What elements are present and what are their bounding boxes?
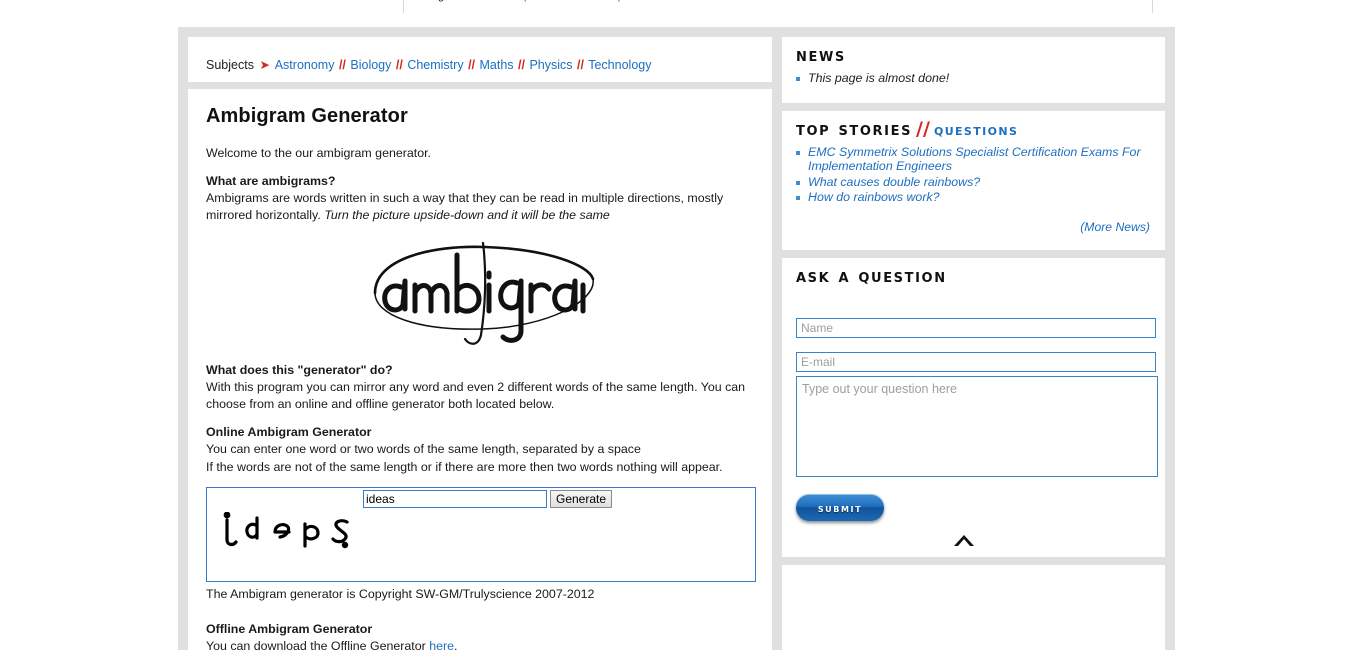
header-sliver-text-1: g xyxy=(438,0,444,2)
top-stories-list: EMC Symmetrix Solutions Specialist Certi… xyxy=(790,145,1164,206)
breadcrumb-separator: // xyxy=(395,58,403,72)
online-generator-box: Generate xyxy=(206,486,756,582)
ask-a-question-panel: Ask a question Submit xyxy=(782,258,1165,557)
online-generator-heading: Online Ambigram Generator xyxy=(206,425,372,440)
breadcrumb-arrow-icon: ➤ xyxy=(259,58,270,72)
offline-generator-heading: Offline Ambigram Generator xyxy=(206,621,373,636)
generated-ambigram-glyphs xyxy=(223,511,349,548)
questions-heading-link[interactable]: questions xyxy=(934,121,1018,139)
chevron-up-icon[interactable] xyxy=(951,532,977,548)
breadcrumb-item-biology[interactable]: Biology xyxy=(350,58,391,72)
header-sliver-text-2: p xyxy=(524,0,530,2)
cut-off-header-strip: g p q xyxy=(403,0,1153,13)
top-story-link-3[interactable]: How do rainbows work? xyxy=(808,190,940,204)
ambigram-artwork-figure xyxy=(206,235,756,350)
main-content-panel: Ambigram Generator Welcome to the our am… xyxy=(188,89,772,650)
news-panel: News This page is almost done! xyxy=(782,37,1165,103)
breadcrumb-item-astronomy[interactable]: Astronomy xyxy=(275,58,335,72)
top-story-link-2[interactable]: What causes double rainbows? xyxy=(808,175,980,189)
top-stories-heading-primary: Top stories xyxy=(796,118,913,140)
generate-button[interactable]: Generate xyxy=(550,489,613,508)
list-item: This page is almost done! xyxy=(796,71,1164,85)
welcome-text: Welcome to the our ambigram generator. xyxy=(206,145,431,160)
list-item[interactable]: How do rainbows work? xyxy=(796,190,1164,204)
top-stories-heading: Top stories//questions xyxy=(796,119,1018,140)
online-generator-line-2: If the words are not of the same length … xyxy=(206,459,723,474)
email-input[interactable] xyxy=(796,352,1156,372)
news-list: This page is almost done! xyxy=(790,71,1164,86)
breadcrumb-separator: // xyxy=(338,58,346,72)
list-item[interactable]: EMC Symmetrix Solutions Specialist Certi… xyxy=(796,145,1164,174)
ask-a-question-heading: Ask a question xyxy=(796,265,947,287)
news-item-label: This page is almost done! xyxy=(808,71,950,85)
breadcrumb-separator: // xyxy=(468,58,476,72)
breadcrumb-label: Subjects xyxy=(206,58,254,72)
what-does-generator-do-block: What does this "generator" do? With this… xyxy=(206,362,756,413)
breadcrumb-separator: // xyxy=(577,58,584,72)
top-stories-separator: // xyxy=(916,118,930,140)
name-input[interactable] xyxy=(796,318,1156,338)
news-heading: News xyxy=(796,44,846,66)
page-container: Subjects ➤ Astronomy // Biology // Chemi… xyxy=(178,27,1175,650)
submit-button[interactable]: Submit xyxy=(796,494,884,521)
header-sliver-text-3: q xyxy=(614,0,620,2)
offline-line-1-pre: You can download the Offline Generator xyxy=(206,638,430,650)
copyright-text: The Ambigram generator is Copyright SW-G… xyxy=(206,586,595,601)
ambigram-word-image xyxy=(373,241,595,345)
what-does-generator-do-heading: What does this "generator" do? xyxy=(206,363,393,378)
top-story-link-1[interactable]: EMC Symmetrix Solutions Specialist Certi… xyxy=(808,145,1141,173)
breadcrumb: Subjects ➤ Astronomy // Biology // Chemi… xyxy=(206,57,651,72)
what-are-ambigrams-heading: What are ambigrams? xyxy=(206,173,336,188)
breadcrumb-item-technology[interactable]: Technology xyxy=(588,58,651,72)
what-are-ambigrams-block: What are ambigrams? Ambigrams are words … xyxy=(206,173,756,224)
online-generator-intro: Online Ambigram Generator You can enter … xyxy=(206,424,756,475)
ambigram-word-input[interactable] xyxy=(363,489,547,508)
page-root: g p q Subjects ➤ Astronomy // Biology //… xyxy=(0,0,1349,650)
what-are-ambigrams-italic-tail: Turn the picture upside-down and it will… xyxy=(324,207,610,222)
generated-ambigram-output xyxy=(217,511,377,552)
question-textarea[interactable] xyxy=(796,376,1158,477)
offline-generator-block: Offline Ambigram Generator You can downl… xyxy=(206,621,756,650)
offline-line-1-post: . xyxy=(454,638,458,650)
what-does-generator-do-body: With this program you can mirror any wor… xyxy=(206,380,746,412)
more-news-link[interactable]: (More News) xyxy=(1080,220,1150,234)
list-item[interactable]: What causes double rainbows? xyxy=(796,175,1164,189)
page-title: Ambigram Generator xyxy=(206,105,408,127)
breadcrumb-panel: Subjects ➤ Astronomy // Biology // Chemi… xyxy=(188,37,772,82)
online-generator-line-1: You can enter one word or two words of t… xyxy=(206,442,641,457)
breadcrumb-separator: // xyxy=(518,58,525,72)
breadcrumb-item-physics[interactable]: Physics xyxy=(529,58,572,72)
breadcrumb-item-chemistry[interactable]: Chemistry xyxy=(407,58,463,72)
top-stories-panel: Top stories//questions EMC Symmetrix Sol… xyxy=(782,111,1165,250)
right-footer-panel xyxy=(782,565,1165,650)
breadcrumb-item-maths[interactable]: Maths xyxy=(480,58,514,72)
offline-download-link[interactable]: here xyxy=(429,639,454,650)
